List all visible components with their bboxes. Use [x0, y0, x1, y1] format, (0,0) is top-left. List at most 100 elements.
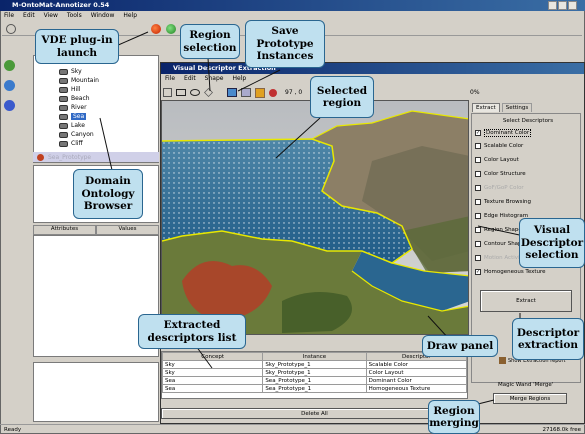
instance-label: Sea_Prototype [48, 153, 92, 161]
class-node-icon [59, 131, 68, 138]
draw-panel[interactable] [161, 100, 469, 335]
minimize-icon[interactable] [548, 1, 557, 10]
instance-header[interactable]: Instance [262, 352, 367, 361]
tree-item-river[interactable]: River [59, 104, 87, 111]
callout-visual-descriptor: Visual Descriptor selection [519, 218, 585, 268]
checkbox-texture-browsing[interactable]: Texture Browsing [475, 199, 531, 205]
callout-selected-region: Selected region [310, 76, 374, 118]
checkbox-homogeneous-texture[interactable]: ✓ Homogeneous Texture [475, 269, 546, 275]
tree-item-sea[interactable]: Sea [59, 113, 87, 120]
concept-header[interactable]: Concept [161, 352, 264, 361]
save-prototype-icon[interactable] [227, 88, 237, 97]
menu-file[interactable]: File [4, 12, 14, 20]
descriptor-tabs: Extract Settings [472, 103, 533, 112]
menu-tools[interactable]: Tools [67, 12, 82, 20]
callout-vde-plugin: VDE plug-in launch [35, 29, 119, 64]
tree-item-mountain[interactable]: Mountain [59, 77, 99, 84]
side-icon-1[interactable] [4, 60, 15, 71]
class-node-icon [59, 140, 68, 147]
checkbox-color-layout[interactable]: Color Layout [475, 157, 519, 163]
merge-regions-button[interactable]: Merge Regions [493, 393, 567, 404]
callout-draw-panel: Draw panel [422, 335, 498, 357]
callout-region-selection: Region selection [180, 24, 240, 59]
tree-item-sky[interactable]: Sky [59, 68, 82, 75]
memory-status: 27168.0k free [542, 426, 581, 433]
vde-menu-file[interactable]: File [165, 75, 175, 83]
vde-menu-edit[interactable]: Edit [184, 75, 196, 83]
toolbar-green-icon[interactable] [166, 24, 176, 34]
tree-item-cliff[interactable]: Cliff [59, 140, 83, 147]
window-controls [548, 1, 577, 10]
class-node-icon [59, 68, 68, 75]
checkbox-scalable-color[interactable]: Scalable Color [475, 143, 523, 149]
class-node-icon [59, 113, 68, 120]
table-row[interactable]: Sky Sky_Prototype_1 Color Layout [161, 368, 468, 377]
callout-region-merging: Region merging [428, 400, 480, 434]
menu-help[interactable]: Help [123, 12, 137, 20]
pin-icon[interactable] [269, 88, 277, 97]
extraction-table: Concept Instance Descriptor Sky Sky_Proto… [161, 352, 468, 393]
table-row[interactable]: Sea Sea_Prototype_1 Dominant Color [161, 376, 468, 385]
status-text: Ready [4, 426, 22, 433]
table-row[interactable]: Sea Sea_Prototype_1 Homogeneous Texture [161, 384, 468, 393]
maximize-icon[interactable] [558, 1, 567, 10]
callout-extracted-list: Extracted descriptors list [138, 314, 246, 349]
image-tool-icon[interactable] [241, 88, 251, 97]
tab-extract[interactable]: Extract [472, 103, 500, 112]
check-icon: ✓ [475, 269, 481, 275]
extract-button[interactable]: Extract [480, 290, 572, 312]
values-header[interactable]: Values [96, 225, 159, 235]
class-node-icon [59, 122, 68, 129]
tab-settings[interactable]: Settings [501, 103, 533, 112]
vde-menu-shape[interactable]: Shape [205, 75, 224, 83]
table-header-row: Concept Instance Descriptor [161, 352, 468, 361]
progress-label: 0% [470, 89, 480, 96]
checkbox-region-shape[interactable]: Region Shape [475, 227, 522, 233]
menu-window[interactable]: Window [91, 12, 115, 20]
side-icon-bar [3, 42, 17, 132]
lower-left-panel [33, 362, 159, 422]
magic-wand-label: Magic Wand 'Merge' [498, 382, 554, 388]
checkbox-color-structure[interactable]: Color Structure [475, 171, 526, 177]
pointer-tool-icon[interactable] [163, 88, 172, 97]
tree-item-hill[interactable]: Hill [59, 86, 81, 93]
landscape-image [162, 101, 468, 334]
close-icon[interactable] [568, 1, 577, 10]
side-icon-3[interactable] [4, 100, 15, 111]
callout-domain-ontology: Domain Ontology Browser [73, 169, 143, 219]
callout-descriptor-extraction: Descriptor extraction [512, 318, 584, 360]
table-row[interactable]: Sky Sky_Prototype_1 Scalable Color [161, 360, 468, 369]
checkbox-contour-shape[interactable]: Contour Shape [475, 241, 525, 247]
status-bar: Ready 27168.0k free [0, 424, 585, 434]
attributes-header[interactable]: Attributes [33, 225, 96, 235]
vde-menu-help[interactable]: Help [232, 75, 246, 83]
instance-icon [37, 153, 44, 161]
coordinate-readout: 97 , 0 [285, 89, 303, 96]
checkbox-gof-gop-color: GoF/GoP Color [475, 185, 524, 191]
main-title-bar: M-OntoMat-Annotizer 0.54 [0, 0, 585, 11]
side-icon-2[interactable] [4, 80, 15, 91]
rectangle-tool-icon[interactable] [176, 89, 186, 96]
vde-launch-icon[interactable] [151, 24, 161, 34]
checkbox-dominant-color[interactable]: ✓ Dominant Color [475, 129, 532, 137]
menu-edit[interactable]: Edit [23, 12, 35, 20]
ellipse-tool-icon[interactable] [190, 89, 200, 96]
select-descriptors-heading: Select Descriptors [502, 118, 554, 124]
vde-title-bar: Visual Descriptor Extraction [161, 63, 584, 74]
polygon-tool-icon[interactable] [204, 88, 213, 97]
menu-view[interactable]: View [44, 12, 58, 20]
class-node-icon [59, 95, 68, 102]
callout-save-prototype: Save Prototype Instances [245, 20, 325, 68]
class-node-icon [59, 86, 68, 93]
class-node-icon [59, 77, 68, 84]
checkbox-motion-activity: Motion Activity [475, 255, 525, 261]
tree-item-lake[interactable]: Lake [59, 122, 85, 129]
toolbar-search-icon[interactable] [6, 24, 16, 34]
tree-item-beach[interactable]: Beach [59, 95, 90, 102]
magic-wand-icon[interactable] [255, 87, 265, 98]
tree-item-canyon[interactable]: Canyon [59, 131, 94, 138]
instance-row[interactable]: Sea_Prototype [33, 152, 159, 162]
checkbox-edge-histogram[interactable]: Edge Histogram [475, 213, 528, 219]
delete-all-button[interactable]: Delete All [161, 408, 468, 419]
attributes-table: Attributes Values [33, 225, 159, 235]
